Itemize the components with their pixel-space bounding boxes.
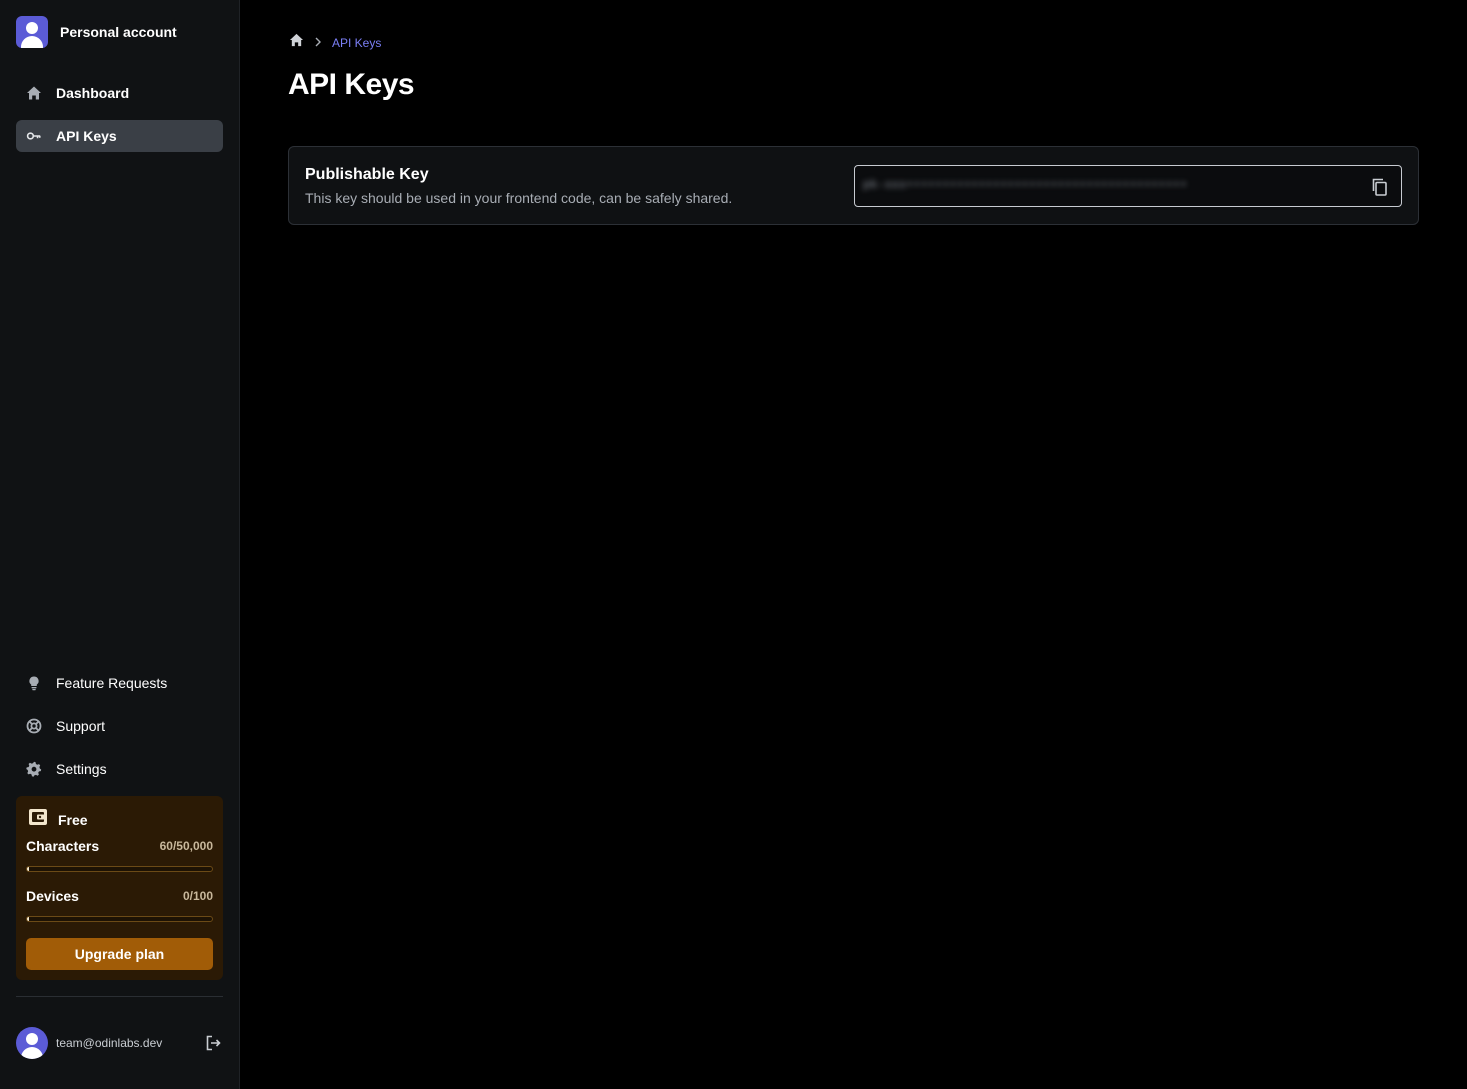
logout-icon[interactable]: [203, 1033, 223, 1053]
sidebar-item-label: Dashboard: [56, 85, 130, 101]
characters-progress-fill: [27, 867, 30, 871]
characters-meter: Characters 60/50,000: [26, 838, 213, 854]
page-title: API Keys: [288, 68, 415, 101]
devices-meter: Devices 0/100: [26, 888, 213, 904]
characters-progress-bar: [26, 866, 213, 872]
sidebar-item-settings[interactable]: Settings: [16, 753, 223, 785]
avatar[interactable]: [16, 1027, 48, 1059]
sidebar-divider: [16, 996, 223, 997]
account-switcher[interactable]: Personal account: [16, 16, 177, 48]
home-icon: [26, 85, 42, 101]
copy-icon[interactable]: [1369, 176, 1391, 198]
plan-name: Free: [58, 811, 88, 828]
chevron-right-icon: [314, 34, 322, 52]
devices-progress-fill: [27, 917, 30, 921]
wallet-icon: [28, 808, 48, 831]
devices-progress-bar: [26, 916, 213, 922]
sidebar: Personal account Dashboard API Keys Feat…: [0, 0, 240, 1089]
account-label: Personal account: [60, 24, 177, 40]
card-title: Publishable Key: [305, 166, 429, 183]
home-icon[interactable]: [289, 33, 304, 52]
sidebar-item-dashboard[interactable]: Dashboard: [16, 77, 223, 109]
breadcrumb: API Keys: [289, 33, 381, 52]
sidebar-item-label: API Keys: [56, 128, 117, 144]
card-description: This key should be used in your frontend…: [305, 190, 733, 206]
sidebar-item-label: Settings: [56, 761, 107, 777]
plan-card: Free Characters 60/50,000 Devices 0/100 …: [16, 796, 223, 980]
meter-value: 0/100: [182, 889, 213, 903]
meter-label: Devices: [26, 888, 79, 904]
meter-value: 60/50,000: [159, 839, 213, 853]
lifebuoy-icon: [26, 718, 42, 734]
lightbulb-icon: [26, 675, 42, 691]
sidebar-item-feature-requests[interactable]: Feature Requests: [16, 667, 223, 699]
sidebar-item-label: Feature Requests: [56, 675, 168, 691]
meter-label: Characters: [26, 838, 100, 854]
publishable-key-card: Publishable Key This key should be used …: [288, 146, 1419, 225]
sidebar-item-label: Support: [56, 718, 106, 734]
key-icon: [26, 128, 42, 144]
upgrade-plan-button[interactable]: Upgrade plan: [26, 938, 213, 970]
sidebar-item-support[interactable]: Support: [16, 710, 223, 742]
publishable-key-field[interactable]: pk-xxx••••••••••••••••••••••••••••••••••…: [854, 165, 1402, 207]
publishable-key-value[interactable]: pk-xxx••••••••••••••••••••••••••••••••••…: [863, 178, 1187, 192]
user-email: team@odinlabs.dev: [56, 1036, 163, 1050]
user-profile: team@odinlabs.dev: [16, 1027, 223, 1059]
account-avatar: [16, 16, 48, 48]
gear-icon: [26, 761, 42, 777]
breadcrumb-current[interactable]: API Keys: [332, 36, 381, 50]
sidebar-item-api-keys[interactable]: API Keys: [16, 120, 223, 152]
